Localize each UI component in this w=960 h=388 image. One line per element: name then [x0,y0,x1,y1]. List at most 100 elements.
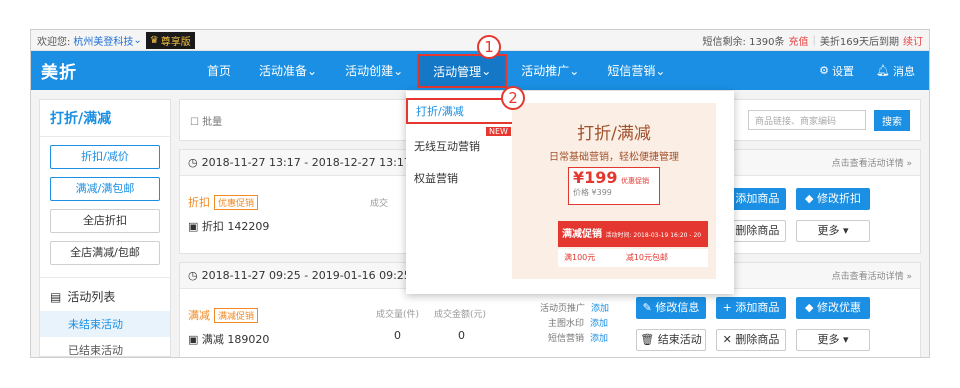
chevron-down-icon: ⌄ [393,63,404,78]
activity-period: 2018-11-27 09:25 - 2019-01-16 09:25 [201,269,411,282]
logo[interactable]: 美折 [31,58,93,83]
promo-add-link[interactable]: 添加 [591,304,609,314]
nav-item-home[interactable]: 首页 [193,51,245,90]
new-badge: NEW [486,127,511,136]
stat-label: 成交 [370,199,389,209]
vip-badge: ♛ 尊享版 [145,31,195,49]
sidebar-btn-store-discount[interactable]: 全店折扣 [50,209,160,233]
divider: | [812,34,816,46]
search-input[interactable]: 商品链接、商家编码 [748,110,866,130]
sms-remaining: 短信剩余: 1390条 [702,36,785,48]
stat-label-amount: 成交金额(元) [434,310,487,320]
settings-button[interactable]: ⚙ 设置 [819,63,854,79]
view-detail-link[interactable]: 点击查看活动详情 » [832,156,912,169]
doc-icon: ▣ [188,220,199,233]
promo-price: ¥199 [573,168,618,187]
promo-price-box: ¥199 优惠促销 价格 ¥399 [568,167,660,205]
caret-down-icon: ▾ [842,224,849,237]
sidebar-link-ended[interactable]: 已结束活动 [40,337,170,357]
app-window: 欢迎您: 杭州美登科技 ⌄ ♛ 尊享版 短信剩余: 1390条 充值 | 美折16… [30,29,930,358]
activity-list: ▤ 活动列表 未结束活动 已结束活动 [40,277,170,357]
bell-icon: 🔔︎ [876,64,890,77]
nav-item-manage[interactable]: 活动管理 ⌄ [417,54,508,88]
checkbox-icon: ☐ [190,116,199,128]
nav-item-prepare[interactable]: 活动准备 ⌄ [245,51,331,90]
chevron-down-icon[interactable]: ⌄ [133,35,141,46]
promo-orig-price: 价格 ¥399 [573,188,612,197]
dropdown-item-rights[interactable]: 权益营销 [414,170,458,186]
stat-label-qty: 成交量(件) [376,310,420,320]
batch-button[interactable]: ☐ 批量 [190,113,222,128]
stat-value-qty: 0 [394,329,401,342]
card-body: 满减 满减促销 ▣ 满减 189020 成交量(件) 成交金额(元) 0 0 活动… [180,289,920,357]
search-button[interactable]: 搜索 [874,109,910,131]
edit-offer-button[interactable]: ◆ 修改优惠 [796,297,870,319]
promo-add-link[interactable]: 添加 [590,334,608,344]
promo-preview-image: 打折/满减 日常基础营销，轻松便捷管理 ¥199 优惠促销 价格 ¥399 满减… [512,103,716,279]
list-icon: ▤ [50,290,62,304]
expire-text: 美折169天后到期 [819,36,899,48]
promo-deals: 满100元 减10元包邮 [558,249,708,267]
edit-info-button[interactable]: ✎ 修改信息 [636,297,706,319]
stat-value-amount: 0 [458,329,465,342]
type-badge: 满减促销 [214,308,259,323]
nav-item-sms[interactable]: 短信营销 ⌄ [593,51,679,90]
chevron-down-icon: ⌄ [569,63,580,78]
sidebar-btn-discount[interactable]: 折扣/减价 [50,145,160,169]
sidebar: 打折/满减 折扣/减价 满减/满包邮 全店折扣 全店满减/包邮 ▤ 活动列表 未结… [39,99,171,357]
pencil-icon: ✎ [642,301,652,314]
promo-title: 打折/满减 [577,124,651,144]
sidebar-title: 打折/满减 [40,100,170,137]
promo-add-link[interactable]: 添加 [590,319,608,329]
plus-icon: + [722,301,732,314]
clock-icon: ◷ [188,156,198,169]
welcome-text: 欢迎您: [37,36,71,48]
dropdown-item-discount[interactable]: 打折/满减 [406,98,514,124]
more-button[interactable]: 更多 ▾ [796,220,870,242]
activity-type: 满减 满减促销 [188,307,259,323]
end-activity-button[interactable]: 🗑︎ 结束活动 [636,329,706,351]
main-nav: 美折 首页 活动准备 ⌄ 活动创建 ⌄ 活动管理 ⌄ 活动推广 ⌄ 短信营销 ⌄ ⚙ 设置 … [31,51,929,90]
nav-right: ⚙ 设置 🔔︎ 消息 [819,63,929,79]
chevron-down-icon: ⌄ [307,63,318,78]
activity-period: 2018-11-27 13:17 - 2018-12-27 13:17 [201,156,411,169]
activity-id: ▣ 折扣 142209 [188,220,270,233]
close-icon: ✕ [722,333,732,346]
promo-subtitle: 日常基础营销，轻松便捷管理 [549,152,679,163]
gear-icon: ⚙ [819,64,830,77]
add-product-button[interactable]: + 添加商品 [716,297,786,319]
callout-marker-1: 1 [477,35,501,59]
sidebar-btn-store-reduction[interactable]: 全店满减/包邮 [50,241,160,265]
nav-menu: 首页 活动准备 ⌄ 活动创建 ⌄ 活动管理 ⌄ 活动推广 ⌄ 短信营销 ⌄ [193,51,679,90]
activity-type: 折扣 优惠促销 [188,194,259,210]
promo-row: 短信营销 添加 [548,334,609,344]
recharge-link[interactable]: 充值 [789,33,809,48]
callout-marker-2: 2 [501,86,525,110]
chevron-down-icon: ⌄ [655,63,666,78]
sidebar-btn-full-reduction[interactable]: 满减/满包邮 [50,177,160,201]
edit-discount-button[interactable]: ◆ 修改折扣 [796,188,870,210]
dropdown-item-wireless[interactable]: 无线互动营销 [414,138,480,154]
promo-banner: 满减促销 活动时间: 2018-03-19 16:20 - 20 [558,221,708,247]
type-badge: 优惠促销 [214,195,259,210]
more-button[interactable]: 更多 ▾ [796,329,870,351]
doc-icon: ▣ [188,333,199,346]
manage-dropdown-menu: 打折/满减 无线互动营销 NEW 权益营销 打折/满减 日常基础营销，轻松便捷管… [406,91,734,294]
trash-icon: 🗑︎ [640,333,655,346]
clock-icon: ◷ [188,269,198,282]
activity-list-title: ▤ 活动列表 [50,290,116,304]
view-detail-link[interactable]: 点击查看活动详情 » [832,269,912,282]
chevron-down-icon: ⌄ [481,64,492,78]
promo-row: 活动页推广 添加 [540,304,610,314]
activity-id: ▣ 满减 189020 [188,333,270,346]
sidebar-link-ongoing[interactable]: 未结束活动 [40,311,170,337]
renew-link[interactable]: 续订 [903,33,923,48]
shop-name-link[interactable]: 杭州美登科技 [73,33,133,48]
caret-down-icon: ▾ [842,333,849,346]
nav-item-create[interactable]: 活动创建 ⌄ [331,51,417,90]
delete-product-button[interactable]: ✕ 删除商品 [716,329,786,351]
tag-icon: ◆ [805,301,814,314]
promo-price-tag: 优惠促销 [621,177,650,185]
nav-item-promote[interactable]: 活动推广 ⌄ [507,51,593,90]
messages-button[interactable]: 🔔︎ 消息 [876,63,915,79]
